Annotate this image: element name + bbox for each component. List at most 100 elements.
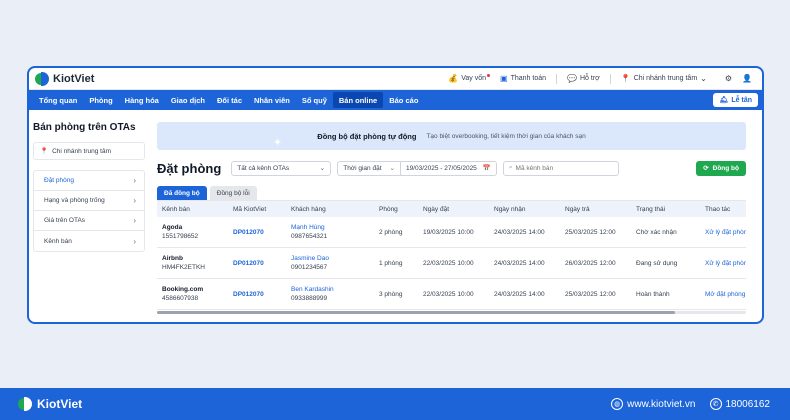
search-input[interactable] [515, 164, 606, 172]
page-title: Đặt phòng [157, 160, 222, 176]
nav-so-quy[interactable]: Sổ quỹ [296, 92, 333, 108]
support-link[interactable]: 💬 Hỗ trợ [567, 73, 600, 83]
time-type-select[interactable]: Thời gian đặt ⌄ [338, 161, 401, 175]
action-link[interactable]: Xử lý đặt phòng [700, 260, 746, 267]
notification-dot [487, 74, 491, 77]
column-header: Kênh bán [162, 205, 190, 213]
divider [609, 73, 611, 84]
kiotviet-logo-icon [35, 71, 49, 86]
sparkle-icon: ✦ [273, 137, 283, 149]
bookings-table: Kênh bán Mã KiotViet Khách hàng Phòng Ng… [157, 200, 746, 314]
horizontal-scrollbar[interactable] [157, 311, 746, 314]
support-label: Hỗ trợ [579, 75, 600, 82]
sidebar-item-label: Đặt phòng [44, 177, 74, 184]
sidebar-item-kenh-ban[interactable]: Kênh bán › [34, 231, 144, 251]
nav-giao-dich[interactable]: Giao dịch [165, 92, 211, 108]
column-header: Ngày trả [565, 205, 590, 213]
channel-name: Agoda [162, 224, 183, 231]
logo-text: KiotViet [53, 72, 95, 85]
user-icon[interactable]: 👤 [742, 74, 752, 83]
kiotviet-code-link[interactable]: DP012070 [228, 260, 286, 267]
reception-label: Lễ tân [731, 96, 752, 104]
booked-date: 22/03/2025 10:00 [423, 259, 474, 267]
calendar-icon: 📅 [482, 165, 491, 172]
website-text: www.kiotviet.vn [627, 398, 696, 410]
kiotviet-logo-icon [18, 397, 32, 411]
branch-selector[interactable]: 📍 Chi nhánh trung tâm ⌄ [620, 73, 707, 83]
chat-icon: 💬 [567, 73, 577, 83]
channel-name: Airbnb [162, 255, 183, 262]
gear-icon[interactable]: ⚙ [725, 74, 732, 83]
column-header: Phòng [379, 205, 398, 213]
website-link[interactable]: ◍ www.kiotviet.vn [611, 398, 696, 410]
sync-button[interactable]: ⟳ Đồng bộ [696, 160, 746, 176]
sidebar-item-gia-otas[interactable]: Giá trên OTAs › [34, 211, 144, 231]
customer-link[interactable]: Ben Kardashin [291, 286, 374, 293]
scrollbar-thumb[interactable] [157, 311, 676, 314]
checkin-date: 24/03/2025 14:00 [494, 228, 545, 236]
column-header: Ngày nhận [494, 205, 526, 213]
chevron-right-icon: › [133, 216, 136, 225]
payment-icon: ▣ [500, 73, 508, 83]
checkin-date: 24/03/2025 14:00 [494, 290, 545, 298]
main-content: ✦ Đồng bộ đặt phòng tự động Tạo biệt ove… [157, 122, 746, 322]
payment-link[interactable]: ▣ Thanh toán [500, 73, 546, 83]
customer-phone: 0901234567 [291, 264, 328, 271]
kiotviet-code-link[interactable]: DP012070 [228, 291, 286, 298]
checkin-date: 24/03/2025 14:00 [494, 259, 545, 267]
main-nav: Tổng quan Phòng Hàng hóa Giao dịch Đối t… [29, 90, 762, 110]
reception-button[interactable]: 🛎 Lễ tân [713, 93, 758, 107]
kiotviet-code-link[interactable]: DP012070 [228, 229, 286, 236]
chevron-right-icon: › [133, 176, 136, 185]
app-window: KiotViet 💰 Vay vốn ▣ Thanh toán 💬 Hỗ trợ… [27, 66, 764, 324]
date-range-picker[interactable]: 19/03/2025 - 27/05/2025 📅 [401, 164, 496, 173]
column-header: Khách hàng [291, 205, 326, 213]
loan-link[interactable]: 💰 Vay vốn [448, 74, 491, 83]
column-header: Trạng thái [636, 205, 666, 213]
nav-phong[interactable]: Phòng [83, 92, 118, 108]
branch-label: Chi nhánh trung tâm [633, 75, 698, 82]
nav-doi-tac[interactable]: Đối tác [211, 92, 248, 108]
hotline-link[interactable]: ✆ 18006162 [709, 398, 770, 410]
customer-link[interactable]: Mạnh Hùng [291, 224, 374, 231]
nav-hang-hoa[interactable]: Hàng hóa [119, 92, 165, 108]
sidebar-item-hang-phong[interactable]: Hạng và phòng trống › [34, 191, 144, 211]
nav-tong-quan[interactable]: Tổng quan [33, 92, 83, 108]
sidebar-item-dat-phong[interactable]: Đặt phòng › [34, 171, 144, 191]
booked-date: 22/03/2025 10:00 [423, 290, 474, 298]
action-link[interactable]: Mở đặt phòng [700, 291, 746, 298]
location-pin-icon: 📍 [620, 73, 631, 83]
room-count: 3 phòng [379, 290, 403, 298]
refresh-icon: ⟳ [703, 165, 709, 172]
nav-nhan-vien[interactable]: Nhân viên [248, 92, 296, 108]
channel-filter[interactable]: Tất cả kênh OTAs ⌄ [231, 160, 332, 176]
date-range-value: 19/03/2025 - 27/05/2025 [405, 164, 477, 172]
checkout-date: 25/03/2025 12:00 [565, 228, 616, 236]
tab-synced[interactable]: Đã đồng bộ [157, 186, 207, 200]
table-row[interactable]: Booking.com 4586607938 DP012070 Ben Karda… [157, 279, 746, 310]
sidebar-item-label: Kênh bán [44, 237, 72, 245]
sidebar-item-label: Giá trên OTAs [44, 217, 86, 224]
table-row[interactable]: Agoda 1551798652 DP012070 Mạnh Hùng 098765… [157, 217, 746, 248]
room-count: 2 phòng [379, 228, 403, 236]
kiotviet-logo[interactable]: KiotViet [35, 71, 95, 86]
nav-ban-online[interactable]: Bán online [332, 92, 384, 108]
sidebar-branch-selector[interactable]: 📍 Chi nhánh trung tâm [33, 142, 145, 160]
nav-bao-cao[interactable]: Báo cáo [383, 92, 424, 108]
sidebar-menu: Đặt phòng › Hạng và phòng trống › Giá tr… [33, 170, 145, 252]
chevron-down-icon: ⌄ [389, 165, 395, 172]
customer-link[interactable]: Jasmine Dao [291, 255, 374, 262]
channel-filter-value: Tất cả kênh OTAs [237, 164, 290, 172]
footer-logo[interactable]: KiotViet [18, 397, 82, 411]
sidebar-item-label: Hạng và phòng trống [44, 197, 105, 204]
action-link[interactable]: Xử lý đặt phòng [700, 229, 746, 236]
date-filter[interactable]: Thời gian đặt ⌄ 19/03/2025 - 27/05/2025 … [337, 160, 497, 176]
table-row[interactable]: Airbnb HM4FK2ETKH DP012070 Jasmine Dao 090… [157, 248, 746, 279]
sync-banner: ✦ Đồng bộ đặt phòng tự động Tạo biệt ove… [157, 122, 746, 150]
tab-sync-error[interactable]: Đồng bộ lỗi [209, 186, 257, 200]
globe-icon: ◍ [611, 398, 624, 410]
search-box[interactable]: ⌕ [502, 160, 619, 176]
chevron-right-icon: › [133, 236, 136, 246]
booked-date: 19/03/2025 10:00 [423, 228, 474, 236]
status-text: Hoàn thành [636, 290, 670, 298]
